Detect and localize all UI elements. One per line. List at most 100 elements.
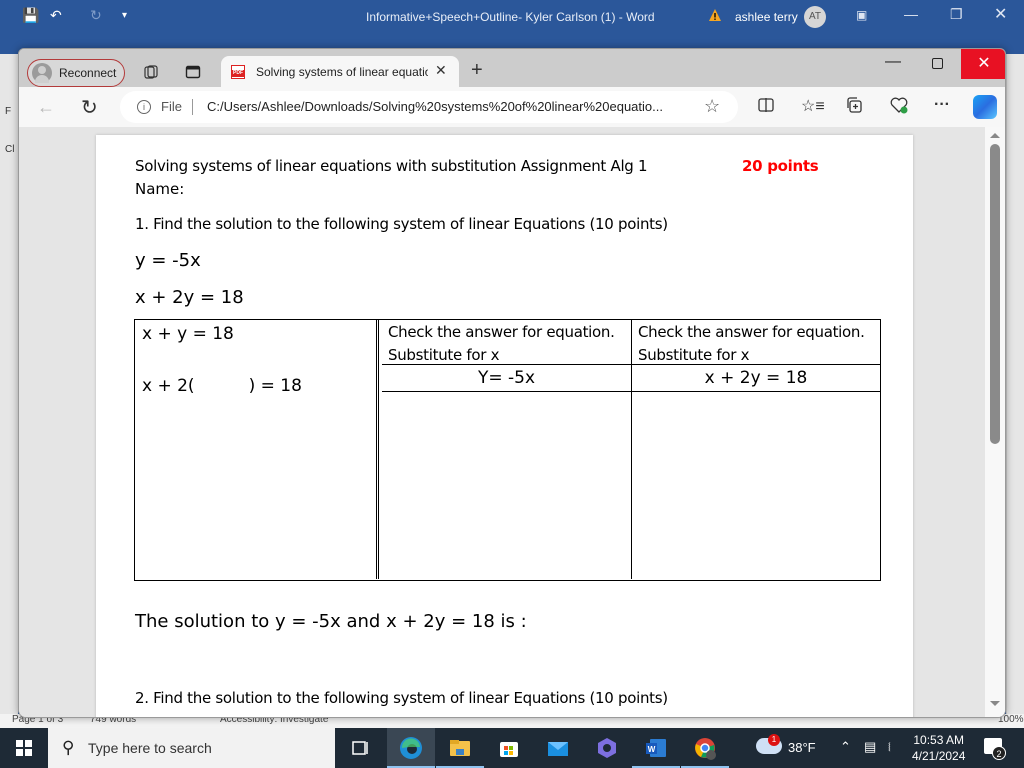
search-icon: ⚲ [62,738,75,757]
taskbar-mail[interactable] [534,728,582,768]
check-header-line: Check the answer for equation. [638,323,865,341]
system-clock[interactable]: 10:53 AM 4/21/2024 [912,732,965,764]
temperature[interactable]: 38°F [788,740,816,755]
clock-time: 10:53 AM [913,733,965,747]
word-panel-label: Cl [5,144,15,155]
taskbar-search-box[interactable]: ⚲ Type here to search [48,728,335,768]
svg-text:W: W [648,745,656,754]
pdf-page: Solving systems of linear equations with… [96,135,913,717]
favorites-icon[interactable]: ☆≡ [801,96,825,116]
word-right-panel [1006,54,1024,714]
add-favorite-icon[interactable]: ☆ [704,96,720,117]
redo-icon[interactable]: ↻ [90,7,102,24]
save-icon[interactable]: 💾 [22,7,39,24]
equation-2: x + 2y = 18 [135,287,244,308]
word-restore-icon[interactable]: ❐ [950,6,963,23]
check-header-line: Substitute for x [638,346,750,364]
search-placeholder: Type here to search [88,740,212,756]
weather-badge: 1 [768,734,780,746]
user-avatar[interactable]: AT [804,6,826,28]
word-titlebar: 💾 ↶ ↻ ▾ Informative+Speech+Outline- Kyle… [0,0,1024,34]
tab-actions-icon[interactable] [185,64,201,80]
browser-essentials-icon[interactable] [889,96,909,114]
taskbar-file-explorer[interactable] [436,728,484,768]
ribbon-display-icon[interactable]: ▣ [856,8,867,22]
taskbar-chrome[interactable] [681,728,729,768]
pdf-viewer: Solving systems of linear equations with… [19,127,1005,717]
total-points: 20 points [742,157,819,175]
check-column-2: Check the answer for equation. Substitut… [632,320,880,579]
microsoft-store-icon [500,742,518,757]
tab-bar: Reconnect Solving systems of linear equa… [19,49,1005,88]
check-column-1: Check the answer for equation. Substitut… [382,320,632,579]
notification-count: 2 [992,746,1006,760]
windows-start-icon[interactable] [16,740,32,756]
address-separator [192,99,193,115]
tab-title: Solving systems of linear equatio [256,65,428,79]
task-view-button[interactable] [336,728,384,768]
question-1-heading: 1. Find the solution to the following sy… [135,215,668,233]
tab-pdf-document[interactable]: Solving systems of linear equatio ✕ [221,56,459,88]
word-left-panel: F Cl [0,54,18,714]
edge-icon [400,737,422,759]
taskbar-word[interactable]: W [632,728,680,768]
refresh-button[interactable]: ↻ [81,95,98,120]
taskbar-store[interactable] [485,728,533,768]
more-options-icon[interactable]: ··· [934,96,950,114]
reconnect-label: Reconnect [59,66,117,80]
close-tab-icon[interactable]: ✕ [435,62,447,79]
check-header-line: Check the answer for equation. [388,323,615,341]
word-panel-label: F [5,106,12,117]
work-line-1: x + y = 18 [142,324,234,344]
work-line-2: x + 2( ) = 18 [142,376,302,396]
scroll-down-icon[interactable] [990,701,1000,706]
reconnect-profile-button[interactable]: Reconnect [27,59,125,87]
info-icon[interactable]: i [137,100,151,114]
check-header: Check the answer for equation. Substitut… [382,320,631,365]
folder-icon [450,740,470,756]
pdf-icon [231,65,245,79]
scrollbar-thumb[interactable] [990,144,1000,444]
taskbar-copilot[interactable] [583,728,631,768]
close-window-button[interactable]: ✕ [961,49,1005,79]
question-2-heading: 2. Find the solution to the following sy… [135,689,668,707]
check-equation: Y= -5x [382,365,631,392]
word-user-name[interactable]: ashlee terry [735,10,798,24]
undo-icon[interactable]: ↶ [50,7,62,24]
back-button[interactable]: ← [37,97,55,118]
minimize-button[interactable]: — [885,53,901,71]
copilot-app-icon [598,738,616,758]
check-header-line: Substitute for x [388,346,500,364]
meet-now-icon[interactable]: ▤ [864,739,876,755]
address-bar[interactable]: i File C:/Users/Ashlee/Downloads/Solving… [120,91,738,123]
equation-1: y = -5x [135,250,201,271]
word-icon: W [646,739,666,757]
site-info-label[interactable]: File [161,99,182,114]
customize-qat-icon[interactable]: ▾ [122,10,127,21]
collections-icon[interactable] [845,96,863,114]
word-minimize-icon[interactable]: — [904,6,918,22]
url-text[interactable]: C:/Users/Ashlee/Downloads/Solving%20syst… [207,99,663,114]
chrome-icon [695,738,716,760]
show-hidden-icons[interactable]: ⌃ [840,739,851,755]
task-view-icon [352,741,368,755]
copilot-icon[interactable] [973,95,997,119]
word-close-icon[interactable]: ✕ [994,4,1007,24]
edge-window: Reconnect Solving systems of linear equa… [18,48,1006,718]
new-tab-button[interactable]: + [471,59,483,82]
check-equation: x + 2y = 18 [632,365,880,392]
word-window-title: Informative+Speech+Outline- Kyler Carlso… [366,10,655,24]
mail-icon [548,742,568,756]
wifi-icon[interactable]: ⧙ [888,739,891,755]
maximize-button[interactable] [932,58,943,69]
assignment-title: Solving systems of linear equations with… [135,157,648,175]
profile-avatar-icon [32,63,52,83]
vertical-scrollbar[interactable] [985,127,1005,717]
warning-icon[interactable] [708,8,722,22]
taskbar-edge[interactable] [387,728,435,768]
split-screen-icon[interactable] [757,96,775,114]
workspaces-icon[interactable] [143,64,159,80]
solution-prompt: The solution to y = -5x and x + 2y = 18 … [135,611,527,632]
name-label: Name: [135,180,185,198]
scroll-up-icon[interactable] [990,133,1000,138]
